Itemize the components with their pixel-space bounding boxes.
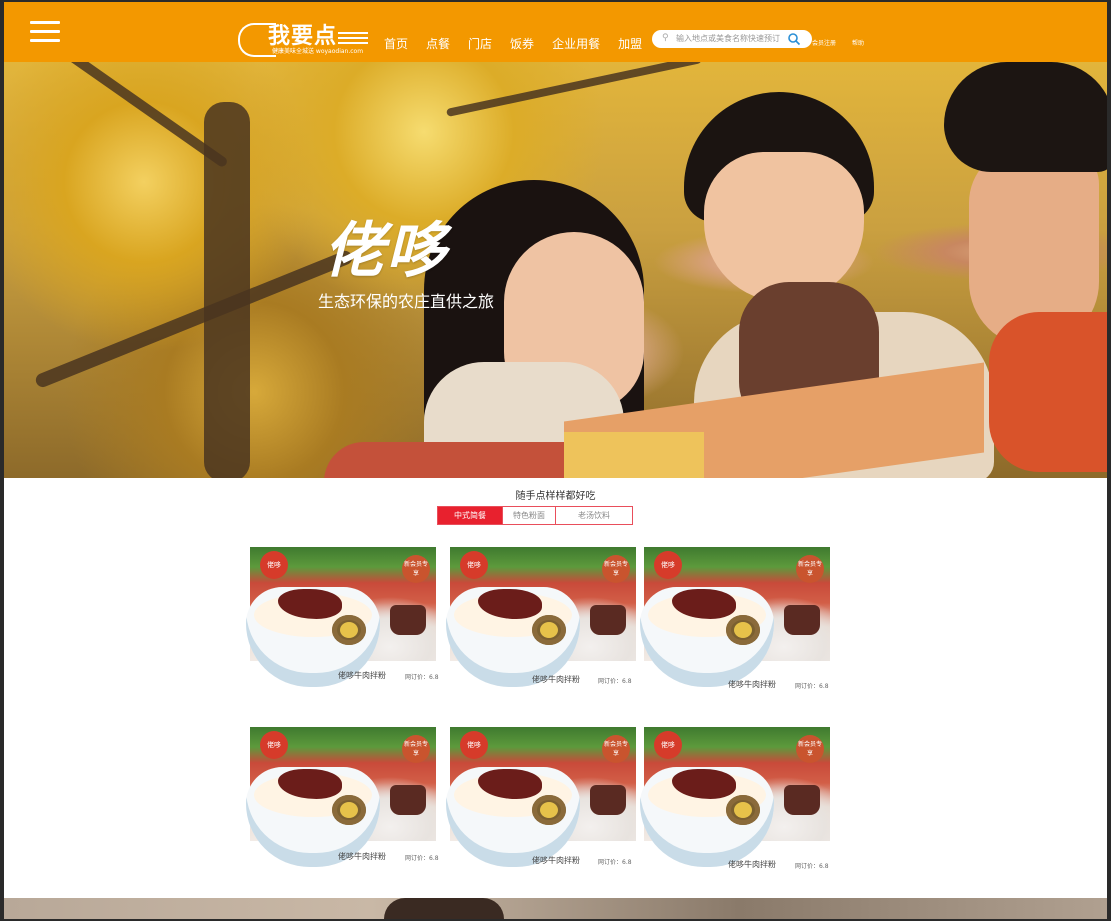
product-price: 网订价：6.8 [795,683,829,690]
man-hair [944,62,1107,172]
product-name[interactable]: 佬哆牛肉拌粉 [728,859,776,870]
new-member-badge: 新会员专享 [402,555,430,583]
product-name[interactable]: 佬哆牛肉拌粉 [532,674,580,685]
egg-topping [332,795,366,825]
section-title: 随手点样样都好吃 [515,491,596,502]
product-name[interactable]: 佬哆牛肉拌粉 [728,679,776,690]
tree-branch [59,62,229,169]
sauce-pot [390,605,426,635]
nav-stores[interactable]: 门店 [468,35,492,52]
logo-subtitle: 健康美味全城送 woyaodian.com [272,48,364,55]
main-nav: 首页 点餐 门店 饭券 企业用餐 加盟 [384,35,660,52]
egg-topping [726,615,760,645]
product-card[interactable]: 佬哆 新会员专享 佬哆牛肉拌粉 网订价：6.8 [446,727,636,877]
product-price: 网订价：6.8 [405,674,439,681]
hamburger-menu-icon[interactable] [30,21,60,43]
new-member-badge: 新会员专享 [602,735,630,763]
brand-logo: 佬哆 [654,551,682,579]
tab-chinese-meals[interactable]: 中式简餐 [437,506,503,525]
next-banner-preview [4,898,1107,919]
nav-order[interactable]: 点餐 [426,35,450,52]
tree-branch [446,62,702,117]
search-box[interactable]: ⚲ 输入地点或美食名称快速预订 [652,30,812,48]
new-member-badge: 新会员专享 [796,555,824,583]
sauce-pot [784,605,820,635]
logo-speed-lines [338,32,368,47]
search-input[interactable]: 输入地点或美食名称快速预订 [676,33,780,44]
shopping-bag-yellow [564,432,704,478]
product-card[interactable]: 佬哆 新会员专享 佬哆牛肉拌粉 网订价：6.8 [640,547,830,697]
register-link[interactable]: 会员注册 [812,40,836,47]
tree-branch [33,248,355,390]
new-member-badge: 新会员专享 [796,735,824,763]
location-pin-icon: ⚲ [662,33,669,43]
boy-face [704,152,864,302]
hero-banner: 佬哆 生态环保的农庄直供之旅 [4,62,1107,478]
product-name[interactable]: 佬哆牛肉拌粉 [338,670,386,681]
brand-logo: 佬哆 [260,731,288,759]
sauce-pot [590,785,626,815]
egg-topping [726,795,760,825]
header-links: 会员注册 帮助 [812,38,878,47]
product-price: 网订价：6.8 [405,855,439,862]
category-tabs: 中式简餐 特色粉面 老汤饮料 [437,506,633,525]
egg-topping [532,615,566,645]
site-logo[interactable]: 我要点 健康美味全城送 woyaodian.com [238,20,368,57]
egg-topping [532,795,566,825]
product-name[interactable]: 佬哆牛肉拌粉 [338,851,386,862]
product-price: 网订价：6.8 [795,863,829,870]
brand-logo: 佬哆 [654,731,682,759]
product-name[interactable]: 佬哆牛肉拌粉 [532,855,580,866]
egg-topping [332,615,366,645]
sauce-pot [590,605,626,635]
brand-logo: 佬哆 [460,731,488,759]
nav-home[interactable]: 首页 [384,35,408,52]
new-member-badge: 新会员专享 [602,555,630,583]
header: 我要点 健康美味全城送 woyaodian.com 首页 点餐 门店 饭券 企业… [4,2,1107,62]
hero-subtitle: 生态环保的农庄直供之旅 [318,292,495,311]
man-scarf [989,312,1107,472]
product-price: 网订价：6.8 [598,859,632,866]
tab-noodles[interactable]: 特色粉面 [503,506,556,525]
help-link[interactable]: 帮助 [852,40,864,47]
sauce-pot [784,785,820,815]
nav-vouchers[interactable]: 饭券 [510,35,534,52]
product-card[interactable]: 佬哆 新会员专享 佬哆牛肉拌粉 网订价：6.8 [246,547,439,697]
product-card[interactable]: 佬哆 新会员专享 佬哆牛肉拌粉 网订价：6.8 [446,547,636,697]
search-icon[interactable] [787,32,801,46]
product-price: 网订价：6.8 [598,678,632,685]
tab-soups-drinks[interactable]: 老汤饮料 [556,506,633,525]
product-card[interactable]: 佬哆 新会员专享 佬哆牛肉拌粉 网订价：6.8 [640,727,830,877]
product-card[interactable]: 佬哆 新会员专享 佬哆牛肉拌粉 网订价：6.8 [246,727,439,877]
nav-franchise[interactable]: 加盟 [618,35,642,52]
brand-logo: 佬哆 [260,551,288,579]
nav-corporate[interactable]: 企业用餐 [552,35,600,52]
hero-title: 佬哆 [324,216,448,286]
banner-figure [384,898,504,919]
brand-logo: 佬哆 [460,551,488,579]
page: 我要点 健康美味全城送 woyaodian.com 首页 点餐 门店 饭券 企业… [4,2,1107,919]
new-member-badge: 新会员专享 [402,735,430,763]
sauce-pot [390,785,426,815]
